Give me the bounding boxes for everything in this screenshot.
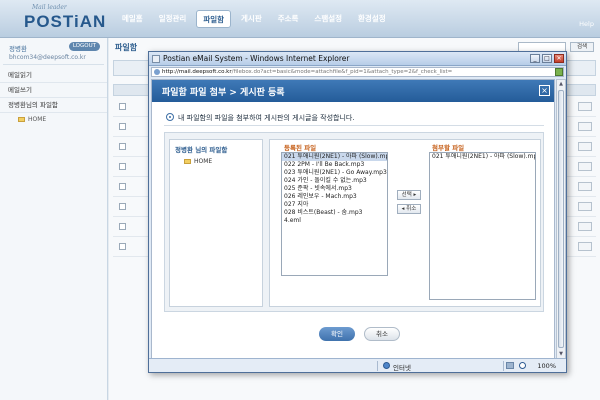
close-icon[interactable]: ✕ (554, 54, 564, 63)
protected-mode-icon[interactable] (506, 362, 514, 369)
folder-icon (18, 117, 25, 122)
ie-popup-window: Postian eMail System - Windows Internet … (148, 51, 567, 373)
scroll-up-icon[interactable]: ▲ (558, 81, 564, 87)
nav-mail-home[interactable]: 메일홈 (116, 10, 149, 28)
folder-icon (184, 159, 191, 164)
list-item[interactable]: 025 준팍 - 빗속에서.mp3 (282, 185, 387, 193)
scrollbar-thumb[interactable] (558, 90, 564, 348)
logout-button[interactable]: LOGOUT (68, 42, 100, 51)
nav-preferences[interactable]: 환경설정 (352, 10, 392, 28)
postian-logo[interactable]: Mail leader POSTiAN (10, 4, 105, 34)
row-delete-button[interactable] (578, 242, 592, 251)
registered-files-label: 등록된 파일 (284, 144, 317, 152)
row-checkbox[interactable] (119, 143, 126, 150)
row-delete-button[interactable] (578, 102, 592, 111)
row-delete-button[interactable] (578, 222, 592, 231)
dialog-panel: 정병환 님의 파일함 HOME 등록된 파일 021 투애니원(2NE1) - … (164, 132, 544, 312)
registered-files-list[interactable]: 021 투애니원(2NE1) - 아파 (Slow).mp3 022 2PM -… (281, 152, 388, 276)
list-item[interactable]: 026 레인보우 - Mach.mp3 (282, 193, 387, 201)
address-bar[interactable]: http://mail.deepsoft.co.kr/filebox.do?ac… (151, 67, 564, 77)
zoom-level[interactable]: 100% (537, 362, 556, 370)
page-icon (154, 69, 160, 75)
list-item[interactable]: 023 투애니원(2NE1) - Go Away.mp3 (282, 169, 387, 177)
list-item[interactable]: 024 가인 - 돌이킬 수 없는.mp3 (282, 177, 387, 185)
list-item[interactable]: 021 투애니원(2NE1) - 아파 (Slow).mp3 (282, 153, 387, 161)
page-title: 파일함 (115, 43, 138, 52)
user-name: 정병환 (9, 45, 27, 53)
ie-window-title: Postian eMail System - Windows Internet … (163, 54, 350, 63)
attach-files-label: 첨부할 파일 (432, 144, 465, 152)
row-checkbox[interactable] (119, 223, 126, 230)
row-delete-button[interactable] (578, 162, 592, 171)
sidebar-home-label: HOME (28, 116, 47, 123)
main-search-button[interactable]: 검색 (570, 42, 594, 52)
scroll-down-icon[interactable]: ▼ (558, 351, 564, 357)
address-path: /filebox.do?act=basic&mode=attachfile&f_… (231, 69, 453, 75)
sidebar-item-read-mail[interactable]: 메일읽기 (0, 68, 107, 83)
status-divider (377, 361, 378, 371)
ie-title-bar[interactable]: Postian eMail System - Windows Internet … (149, 52, 566, 66)
row-checkbox[interactable] (119, 103, 126, 110)
row-checkbox[interactable] (119, 123, 126, 130)
remove-file-button[interactable]: ◂ 취소 (397, 204, 421, 214)
cancel-button[interactable]: 취소 (364, 327, 400, 341)
row-delete-button[interactable] (578, 202, 592, 211)
ie-window-icon (152, 55, 160, 63)
dialog-title: 파일함 파일 첨부 > 게시판 등록 (162, 88, 285, 98)
list-item[interactable]: 028 비스트(Beast) - 숨.mp3 (282, 209, 387, 217)
nav-filebox[interactable]: 파일함 (196, 10, 232, 28)
vertical-scrollbar[interactable]: ▲ ▼ (556, 79, 566, 359)
file-selection-panel: 등록된 파일 021 투애니원(2NE1) - 아파 (Slow).mp3 02… (269, 139, 541, 307)
user-email[interactable]: bhcom34@deepsoft.co.kr (9, 54, 86, 61)
main-nav: 메일홈 일정관리 파일함 게시판 주소록 스팸설정 환경설정 (116, 10, 392, 28)
row-delete-button[interactable] (578, 182, 592, 191)
globe-icon (383, 362, 390, 369)
row-checkbox[interactable] (119, 183, 126, 190)
tree-node-home-label: HOME (194, 158, 213, 165)
nav-spam-settings[interactable]: 스팸설정 (308, 10, 348, 28)
logo-tagline: Mail leader (32, 4, 67, 11)
folder-tree: 정병환 님의 파일함 HOME (169, 139, 263, 307)
top-navigation-bar: Mail leader POSTiAN 메일홈 일정관리 파일함 게시판 주소록… (0, 0, 600, 38)
status-divider (503, 361, 504, 371)
select-file-button[interactable]: 선택 ▸ (397, 190, 421, 200)
security-zone-label: 인터넷 (393, 364, 411, 372)
ok-button[interactable]: 확인 (319, 327, 355, 341)
bullet-icon (166, 113, 174, 121)
dialog-header: 파일함 파일 첨부 > 게시판 등록 × (152, 80, 554, 102)
row-checkbox[interactable] (119, 243, 126, 250)
row-checkbox[interactable] (119, 163, 126, 170)
list-item[interactable]: 022 2PM - I'll Be Back.mp3 (282, 161, 387, 169)
attach-files-list[interactable]: 021 투애니원(2NE1) - 아파 (Slow).mp3 (429, 152, 536, 300)
page-status-icon (555, 68, 563, 76)
nav-board[interactable]: 게시판 (235, 10, 268, 28)
list-item[interactable]: 027 지아 (282, 201, 387, 209)
dialog-close-icon[interactable]: × (539, 85, 550, 96)
ie-status-bar: 인터넷 100% (149, 358, 566, 372)
nav-address-book[interactable]: 주소록 (272, 10, 305, 28)
address-domain: http://mail.deepsoft.co.kr (162, 69, 232, 75)
sidebar: 정병환 LOGOUT bhcom34@deepsoft.co.kr 메일읽기 메… (0, 38, 108, 400)
sidebar-item-write-mail[interactable]: 메일쓰기 (0, 83, 107, 98)
user-box: 정병환 LOGOUT bhcom34@deepsoft.co.kr (3, 41, 104, 65)
sidebar-item-filebox[interactable]: 정병환님의 파일함 (0, 98, 107, 113)
list-item[interactable]: 4.eml (282, 217, 387, 225)
maximize-icon[interactable]: □ (542, 54, 552, 63)
logo-text: POSTiAN (24, 12, 107, 31)
dialog-description-text: 내 파일함의 파일을 첨부하여 게시판의 게시글을 작성합니다. (178, 114, 355, 122)
minimize-icon[interactable]: _ (530, 54, 540, 63)
folder-tree-label: 정병환 님의 파일함 (175, 146, 228, 154)
sidebar-home-folder[interactable]: HOME (0, 113, 107, 127)
zoom-icon[interactable] (519, 362, 526, 369)
list-item[interactable]: 021 투애니원(2NE1) - 아파 (Slow).mp3 (430, 153, 535, 161)
row-delete-button[interactable] (578, 142, 592, 151)
row-delete-button[interactable] (578, 122, 592, 131)
help-link[interactable]: Help (579, 20, 594, 28)
dialog-content: 파일함 파일 첨부 > 게시판 등록 × 내 파일함의 파일을 첨부하여 게시판… (151, 79, 555, 359)
row-checkbox[interactable] (119, 203, 126, 210)
nav-schedule[interactable]: 일정관리 (153, 10, 193, 28)
tree-node-home[interactable]: HOME (184, 158, 212, 165)
dialog-description: 내 파일함의 파일을 첨부하여 게시판의 게시글을 작성합니다. (164, 110, 544, 126)
